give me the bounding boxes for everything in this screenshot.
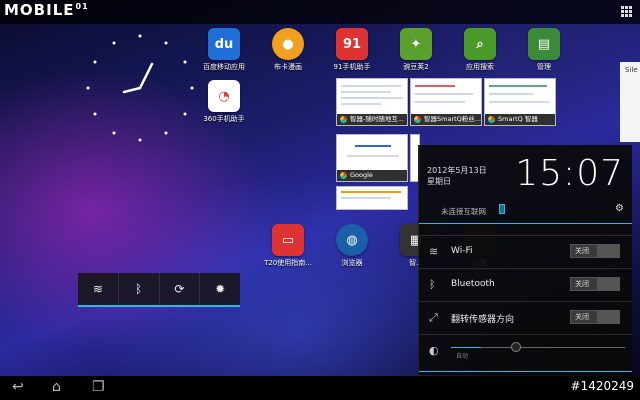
rotation-toggle[interactable]: 关闭 [570,310,620,324]
watermark-id: #1420249 [570,379,635,393]
settings-icon[interactable]: ⚙ [615,203,624,214]
setting-row-brightness: ◐ [419,334,632,374]
app-91[interactable]: 91 91手机助手 [320,28,384,72]
home-icon[interactable]: ⌂ [52,379,61,395]
bluetooth-toggle[interactable]: 关闭 [570,277,620,291]
recent-app-thumb[interactable]: 智器SmartQ粉丝... [410,78,482,126]
wifi-icon[interactable]: ≋ [78,273,119,305]
time-display: 15:07 [515,153,624,194]
notification-panel: 2012年5月13日 星期日 15:07 未连接互联网 ⚙ ≋ Wi-Fi 关闭… [418,145,632,375]
setting-row-wifi[interactable]: ≋ Wi-Fi 关闭 [419,235,632,265]
t20-icon: ▭ [272,224,304,256]
app-search-icon: ⌕ [464,28,496,60]
bluetooth-icon: ᛒ [429,278,436,291]
peek-window[interactable]: Sile [620,62,640,142]
divider [419,371,632,372]
divider [419,223,632,224]
recent-app-thumb[interactable]: Google [336,134,408,182]
rotate-lock-icon: ⤢ [429,311,438,324]
app-manage[interactable]: ▤ 管理 [512,28,576,72]
buka-icon: ● [272,28,304,60]
battery-icon [499,204,505,214]
brightness-slider[interactable] [451,342,625,352]
setting-row-rotation[interactable]: ⤢ 翻转传感器方向 关闭 [419,301,632,331]
browser-icon: ◍ [336,224,368,256]
app-browser[interactable]: ◍ 浏览器 [320,224,384,268]
wifi-toggle[interactable]: 关闭 [570,244,620,258]
network-status: 未连接互联网 [441,207,486,216]
watermark-logo: MOBILE01 [4,1,89,19]
wandoujia-icon: ✦ [400,28,432,60]
brightness-icon[interactable]: ✹ [200,273,240,305]
app-baidu[interactable]: du 百度移动应用 [192,28,256,72]
quick-settings-bar: ≋ ᛒ ⟳ ✹ [78,273,240,307]
brightness-auto-label: 自动 [456,353,469,360]
date-display: 2012年5月13日 星期日 [427,166,487,186]
91-icon: 91 [336,28,368,60]
wifi-icon: ≋ [429,245,439,258]
app-buka[interactable]: ● 布卡漫画 [256,28,320,72]
recent-app-thumb[interactable]: SmartQ 智器 [484,78,556,126]
recent-app-thumb[interactable] [336,186,408,210]
status-bar [0,0,640,24]
app-360[interactable]: ◔ 360手机助手 [192,80,256,124]
app-t20-guide[interactable]: ▭ T20使用指南... [256,224,320,268]
recent-app-thumb[interactable]: 智器-随时随地互... [336,78,408,126]
back-icon[interactable]: ↩ [12,379,24,395]
baidu-icon: du [208,28,240,60]
analog-clock-widget [86,34,194,142]
grid-icon[interactable] [621,6,632,17]
setting-row-bluetooth[interactable]: ᛒ Bluetooth 关闭 [419,268,632,298]
slider-handle[interactable] [511,342,521,352]
app-wandoujia[interactable]: ✦ 豌豆荚2 [384,28,448,72]
manage-icon: ▤ [528,28,560,60]
navigation-bar: ↩ ⌂ ❐ #1420249 [0,376,640,400]
360-icon: ◔ [208,80,240,112]
rotate-icon[interactable]: ⟳ [160,273,201,305]
recent-apps-icon[interactable]: ❐ [92,379,105,395]
brightness-icon: ◐ [429,344,439,357]
app-search[interactable]: ⌕ 应用搜索 [448,28,512,72]
bluetooth-icon[interactable]: ᛒ [119,273,160,305]
